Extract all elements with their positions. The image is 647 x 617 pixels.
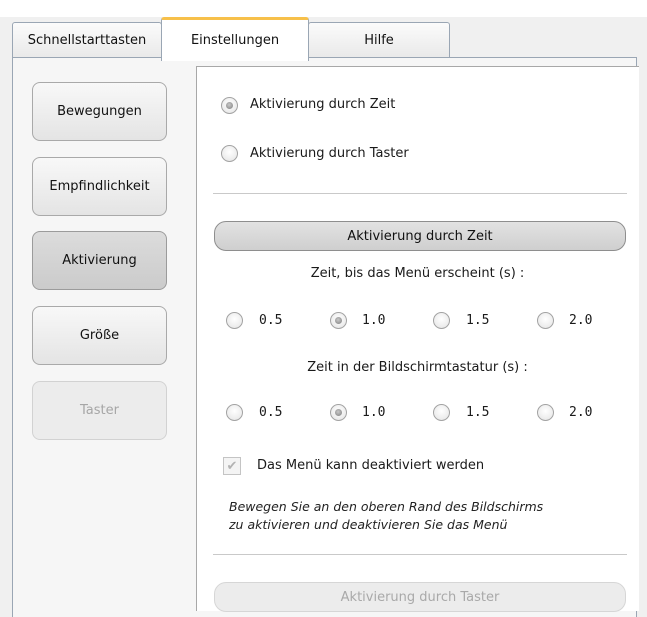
nav-button-taster: Taster xyxy=(32,381,167,440)
radio-activation-time[interactable] xyxy=(221,97,238,114)
nav-label: Aktivierung xyxy=(62,253,137,268)
radio-keyboard-delay-1.5[interactable] xyxy=(433,404,450,421)
tab-label: Einstellungen xyxy=(190,33,280,48)
deactivate-menu-checkbox[interactable]: ✔ xyxy=(223,457,241,475)
nav-label: Bewegungen xyxy=(57,104,142,119)
tab-label: Hilfe xyxy=(364,33,394,48)
radio-keyboard-delay-2.0-label: 2.0 xyxy=(569,405,593,420)
tab-schnellstarttasten[interactable]: Schnellstarttasten xyxy=(12,22,162,58)
radio-menu-delay-1.5[interactable] xyxy=(433,312,450,329)
radio-menu-delay-2.0-label: 2.0 xyxy=(569,313,593,328)
divider xyxy=(213,193,627,194)
radio-keyboard-delay-2.0[interactable] xyxy=(537,404,554,421)
deactivate-menu-checkbox-label: Das Menü kann deaktiviert werden xyxy=(257,458,485,473)
radio-keyboard-delay-0.5[interactable] xyxy=(226,404,243,421)
button-section-header: Aktivierung durch Taster xyxy=(214,582,626,612)
nav-button-aktivierung[interactable]: Aktivierung xyxy=(32,231,167,290)
tab-einstellungen[interactable]: Einstellungen xyxy=(161,17,309,61)
radio-activation-button[interactable] xyxy=(221,145,238,162)
radio-activation-time-label: Aktivierung durch Zeit xyxy=(250,97,396,112)
nav-button-groesse[interactable]: Größe xyxy=(32,306,167,365)
radio-keyboard-delay-0.5-label: 0.5 xyxy=(259,405,283,420)
hint-line-1: Bewegen Sie an den oberen Rand des Bilds… xyxy=(229,499,544,514)
time-section-header: Aktivierung durch Zeit xyxy=(214,221,626,251)
radio-menu-delay-1.0-label: 1.0 xyxy=(362,313,386,328)
radio-menu-delay-1.0[interactable] xyxy=(330,312,347,329)
section-title: Aktivierung durch Taster xyxy=(340,589,500,605)
radio-menu-delay-2.0[interactable] xyxy=(537,312,554,329)
nav-label: Empfindlichkeit xyxy=(49,179,150,194)
radio-keyboard-delay-1.5-label: 1.5 xyxy=(466,405,490,420)
hint-line-2: zu aktivieren und deaktivieren Sie das M… xyxy=(229,517,508,532)
radio-menu-delay-1.5-label: 1.5 xyxy=(466,313,490,328)
checkmark-icon: ✔ xyxy=(226,458,238,474)
section-title: Aktivierung durch Zeit xyxy=(347,228,493,244)
nav-label: Taster xyxy=(80,403,119,418)
window-top-strip xyxy=(0,0,647,17)
radio-menu-delay-0.5-label: 0.5 xyxy=(259,313,283,328)
divider xyxy=(213,554,627,555)
radio-keyboard-delay-1.0-label: 1.0 xyxy=(362,405,386,420)
nav-button-bewegungen[interactable]: Bewegungen xyxy=(32,82,167,141)
nav-button-empfindlichkeit[interactable]: Empfindlichkeit xyxy=(32,157,167,216)
menu-delay-label: Zeit, bis das Menü erscheint (s) : xyxy=(310,266,525,281)
deactivate-hint-text: Bewegen Sie an den oberen Rand des Bilds… xyxy=(229,498,629,534)
radio-activation-button-label: Aktivierung durch Taster xyxy=(250,146,409,161)
tab-hilfe[interactable]: Hilfe xyxy=(308,22,450,58)
nav-label: Größe xyxy=(79,328,120,343)
tab-label: Schnellstarttasten xyxy=(27,33,147,48)
radio-menu-delay-0.5[interactable] xyxy=(226,312,243,329)
keyboard-delay-label: Zeit in der Bildschirmtastatur (s) : xyxy=(307,360,528,375)
radio-keyboard-delay-1.0[interactable] xyxy=(330,404,347,421)
